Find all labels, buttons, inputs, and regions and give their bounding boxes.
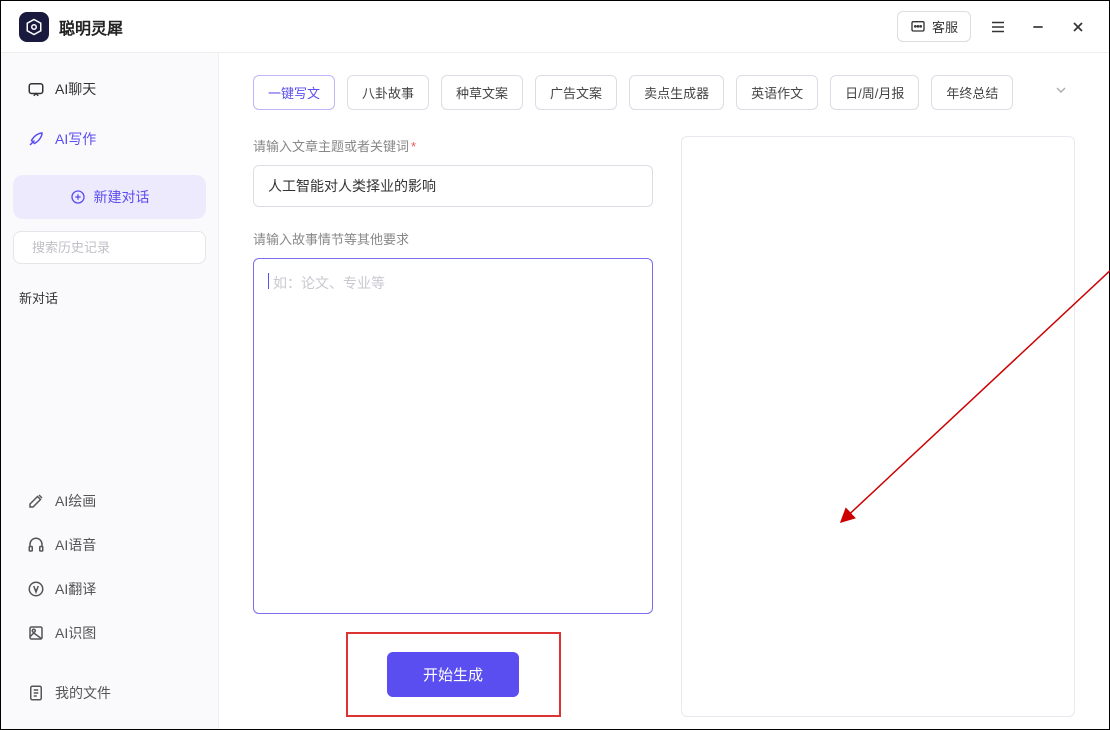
chat-bubble-icon (910, 19, 926, 35)
feather-icon (27, 130, 45, 148)
tab-english[interactable]: 英语作文 (736, 75, 818, 110)
tool-label: AI语音 (55, 535, 96, 555)
sidebar-my-files[interactable]: 我的文件 (13, 671, 206, 715)
app-title: 聪明灵犀 (59, 15, 123, 39)
tab-year-end[interactable]: 年终总结 (931, 75, 1013, 110)
menu-button[interactable] (985, 14, 1011, 40)
tab-report[interactable]: 日/周/月报 (830, 75, 919, 110)
tab-selling-point[interactable]: 卖点生成器 (629, 75, 724, 110)
sidebar-tool-voice[interactable]: AI语音 (13, 523, 206, 567)
tool-label: AI绘画 (55, 491, 96, 511)
preview-panel (681, 136, 1075, 717)
close-button[interactable] (1065, 14, 1091, 40)
sidebar-tool-image[interactable]: AI识图 (13, 611, 206, 655)
chat-icon (27, 80, 45, 98)
minimize-button[interactable] (1025, 14, 1051, 40)
topic-input[interactable] (253, 165, 653, 207)
details-placeholder: 如：论文、专业等 (268, 275, 385, 291)
sidebar-tool-draw[interactable]: AI绘画 (13, 479, 206, 523)
sidebar: AI聊天 AI写作 新建对话 新对话 AI绘画 AI语音 AI翻译 (1, 53, 219, 729)
tab-gossip[interactable]: 八卦故事 (347, 75, 429, 110)
sidebar-nav-label: AI写作 (55, 129, 96, 149)
generate-highlight-box: 开始生成 (346, 632, 561, 717)
tool-label: AI翻译 (55, 579, 96, 599)
search-box[interactable] (13, 231, 206, 264)
details-textarea[interactable]: 如：论文、专业等 (253, 258, 653, 614)
tab-ad[interactable]: 广告文案 (535, 75, 617, 110)
headphones-icon (27, 536, 45, 554)
tool-label: AI识图 (55, 623, 96, 643)
tabs-expand-button[interactable] (1047, 76, 1075, 109)
my-files-label: 我的文件 (55, 683, 111, 703)
search-input[interactable] (32, 240, 208, 255)
translate-icon (27, 580, 45, 598)
close-icon (1070, 19, 1086, 35)
tab-seeding[interactable]: 种草文案 (441, 75, 523, 110)
sidebar-nav-write[interactable]: AI写作 (13, 117, 206, 161)
brush-icon (27, 492, 45, 510)
support-button[interactable]: 客服 (897, 11, 971, 42)
new-chat-label: 新建对话 (94, 187, 150, 207)
plus-circle-icon (70, 189, 86, 205)
file-icon (27, 684, 45, 702)
sidebar-nav-chat[interactable]: AI聊天 (13, 67, 206, 111)
sidebar-nav-label: AI聊天 (55, 79, 96, 99)
new-chat-button[interactable]: 新建对话 (13, 175, 206, 219)
generate-button[interactable]: 开始生成 (387, 652, 519, 697)
topic-label: 请输入文章主题或者关键词* (253, 136, 653, 155)
titlebar: 聪明灵犀 客服 (1, 1, 1109, 53)
history-item[interactable]: 新对话 (13, 278, 206, 317)
menu-icon (989, 18, 1007, 36)
sidebar-tool-translate[interactable]: AI翻译 (13, 567, 206, 611)
support-label: 客服 (932, 17, 958, 36)
main-content: 一键写文 八卦故事 种草文案 广告文案 卖点生成器 英语作文 日/周/月报 年终… (219, 53, 1109, 729)
form-column: 请输入文章主题或者关键词* 请输入故事情节等其他要求 如：论文、专业等 开始生成 (253, 136, 653, 717)
tab-one-click[interactable]: 一键写文 (253, 75, 335, 110)
image-scan-icon (27, 624, 45, 642)
chevron-down-icon (1053, 82, 1069, 98)
template-tabs: 一键写文 八卦故事 种草文案 广告文案 卖点生成器 英语作文 日/周/月报 年终… (253, 75, 1075, 110)
details-label: 请输入故事情节等其他要求 (253, 229, 653, 248)
minimize-icon (1030, 19, 1046, 35)
app-logo (19, 12, 49, 42)
